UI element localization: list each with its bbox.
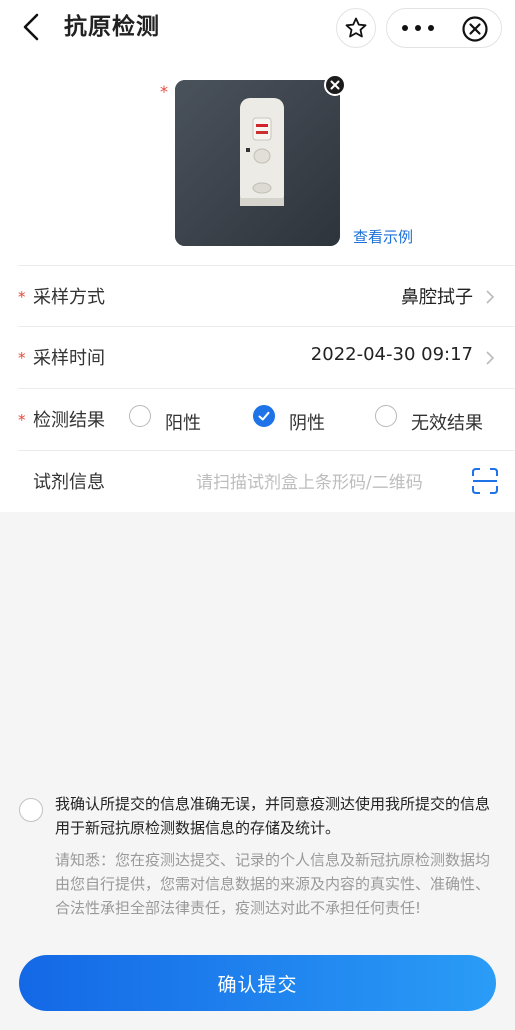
back-arrow-icon[interactable] bbox=[18, 12, 48, 42]
test-result-label: 检测结果 bbox=[33, 410, 105, 431]
favorite-button[interactable] bbox=[336, 8, 376, 48]
mini-program-capsule bbox=[386, 8, 502, 48]
result-option-invalid[interactable]: 无效结果 bbox=[375, 403, 483, 434]
star-icon bbox=[345, 17, 367, 38]
chevron-right-icon bbox=[486, 351, 495, 365]
result-option-positive[interactable]: 阳性 bbox=[129, 403, 201, 434]
disclaimer-text: 请知悉：您在疫测达提交、记录的个人信息及新冠抗原检测数据均由您自行提供，您需对信… bbox=[55, 851, 491, 917]
result-option-label: 阳性 bbox=[165, 413, 201, 434]
close-circle-icon[interactable] bbox=[461, 15, 489, 43]
required-mark: * bbox=[18, 349, 26, 367]
sampling-method-row[interactable]: * 采样方式 鼻腔拭子 bbox=[0, 266, 515, 326]
agreement-checkbox[interactable] bbox=[19, 798, 43, 822]
sampling-time-row[interactable]: * 采样时间 2022-04-30 09:17 bbox=[0, 327, 515, 387]
antigen-form: * 查看示例 * 采样方式 鼻腔拭子 * 采样时间 2022-04-30 09:… bbox=[0, 56, 515, 512]
submit-button[interactable]: 确认提交 bbox=[19, 955, 496, 1011]
page-title: 抗原检测 bbox=[64, 14, 160, 40]
required-mark: * bbox=[18, 288, 26, 306]
reagent-label: 试剂信息 bbox=[33, 472, 105, 493]
sampling-method-value: 鼻腔拭子 bbox=[401, 287, 473, 308]
test-photo[interactable] bbox=[175, 80, 340, 246]
result-option-label: 阴性 bbox=[289, 413, 325, 434]
test-cassette-image bbox=[175, 80, 340, 246]
required-mark: * bbox=[18, 411, 26, 429]
radio-checked-icon bbox=[253, 405, 275, 427]
delete-photo-button[interactable] bbox=[324, 74, 346, 96]
result-option-negative[interactable]: 阴性 bbox=[253, 403, 325, 434]
more-dots-icon[interactable] bbox=[399, 18, 437, 38]
radio-unchecked-icon bbox=[129, 405, 151, 427]
chevron-right-icon bbox=[486, 290, 495, 304]
sampling-time-label: 采样时间 bbox=[33, 348, 105, 369]
view-example-link[interactable]: 查看示例 bbox=[353, 226, 413, 247]
agreement-text: 我确认所提交的信息准确无误，并同意疫测达使用我所提交的信息用于新冠抗原检测数据信… bbox=[55, 795, 491, 837]
test-result-row: * 检测结果 阳性 阴性 无效结果 bbox=[0, 389, 515, 449]
radio-unchecked-icon bbox=[375, 405, 397, 427]
reagent-row[interactable]: 试剂信息 请扫描试剂盒上条形码/二维码 bbox=[0, 451, 515, 511]
result-option-label: 无效结果 bbox=[411, 413, 483, 434]
sampling-method-label: 采样方式 bbox=[33, 287, 105, 308]
sampling-time-value: 2022-04-30 09:17 bbox=[310, 344, 473, 365]
scan-icon[interactable] bbox=[472, 468, 498, 494]
close-icon bbox=[330, 80, 340, 90]
nav-bar: 抗原检测 bbox=[0, 0, 515, 56]
required-mark: * bbox=[160, 82, 168, 101]
reagent-input[interactable]: 请扫描试剂盒上条形码/二维码 bbox=[196, 468, 423, 493]
